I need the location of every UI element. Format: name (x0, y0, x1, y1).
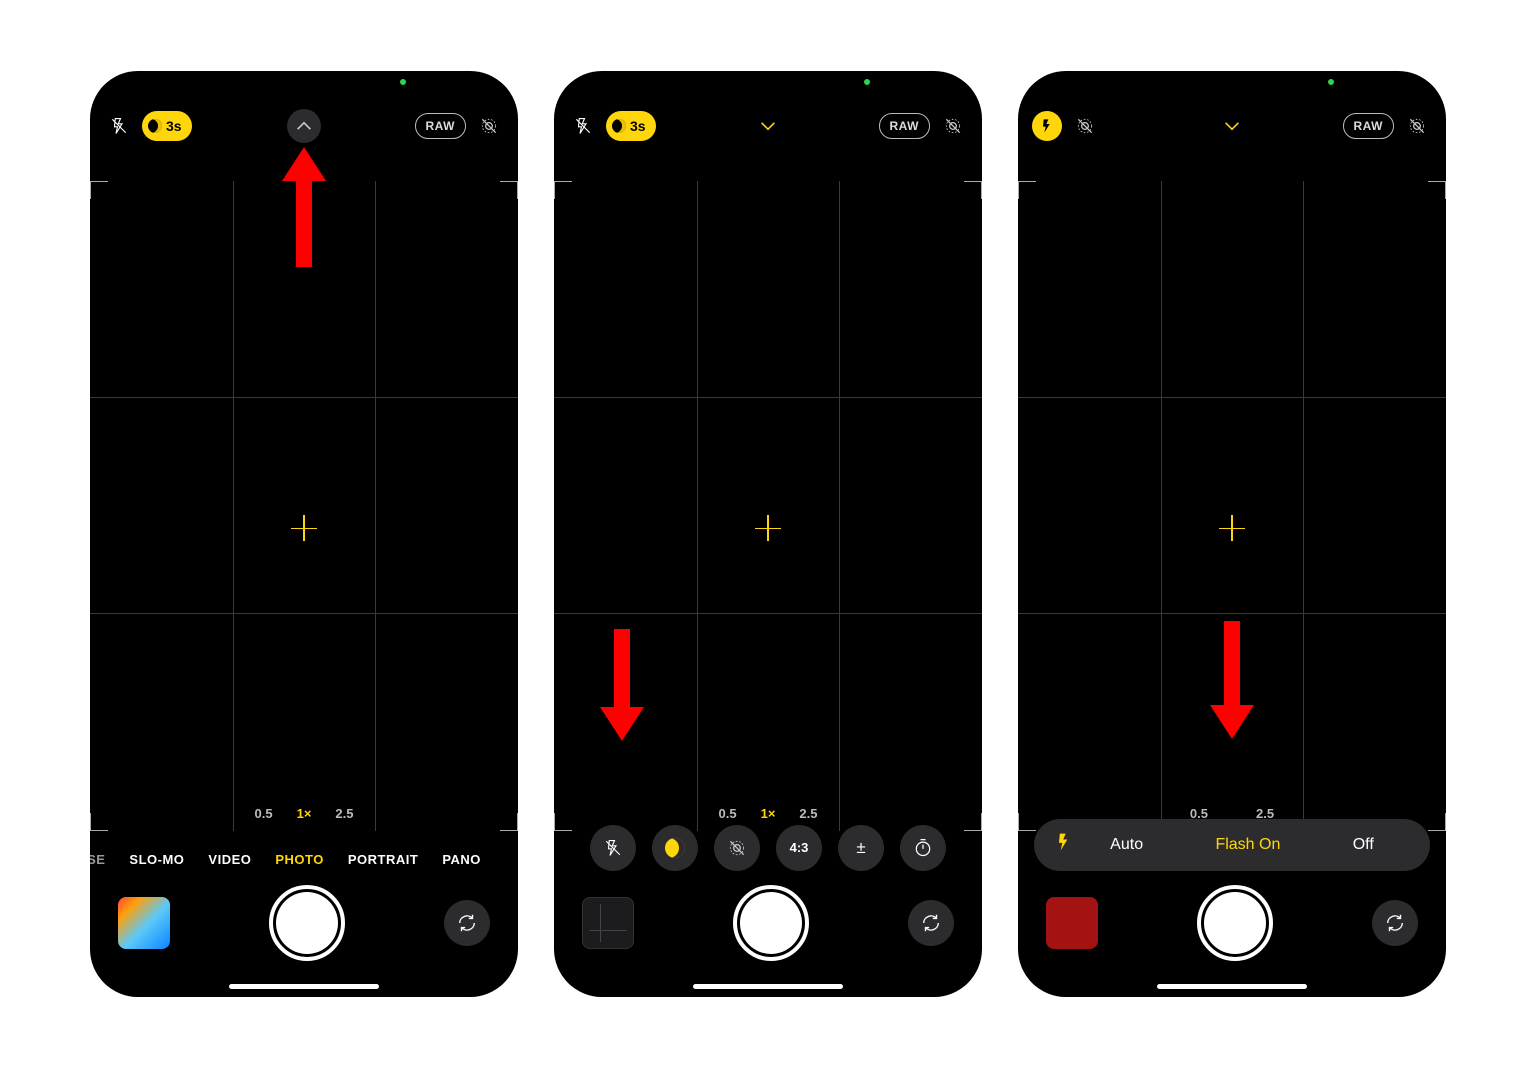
privacy-indicator-icon (864, 79, 870, 85)
camera-screen-1: 3s RAW (90, 71, 518, 997)
tray-live-photo-button[interactable] (714, 825, 760, 871)
live-photo-off-icon[interactable] (938, 111, 968, 141)
chevron-down-icon (1224, 121, 1240, 131)
camera-flip-button[interactable] (444, 900, 490, 946)
tray-flash-button[interactable] (590, 825, 636, 871)
mode-item[interactable]: SE (90, 852, 105, 867)
timer-icon (913, 838, 933, 858)
live-photo-off-icon[interactable] (1402, 111, 1432, 141)
flash-off-icon (604, 839, 622, 857)
camera-screen-2: 3s RAW (554, 71, 982, 997)
top-toolbar: 3s RAW (554, 91, 982, 161)
flash-option-on[interactable]: Flash On (1215, 836, 1280, 854)
zoom-main[interactable]: 1× (297, 806, 312, 821)
camera-flip-icon (1384, 912, 1406, 934)
shutter-button[interactable] (1197, 885, 1273, 961)
home-indicator[interactable] (229, 984, 379, 989)
mode-item[interactable]: SLO-MO (129, 852, 184, 867)
night-mode-timer: 3s (630, 118, 646, 134)
mode-selector[interactable]: SE SLO-MO VIDEO PHOTO PORTRAIT PANO (90, 852, 518, 867)
top-toolbar: 3s RAW (90, 91, 518, 161)
last-photo-thumbnail[interactable] (582, 897, 634, 949)
shutter-button[interactable] (269, 885, 345, 961)
home-indicator[interactable] (693, 984, 843, 989)
live-photo-off-icon (727, 838, 747, 858)
zoom-wide[interactable]: 0.5 (255, 806, 273, 821)
exposure-icon: ± (856, 838, 865, 858)
chevron-down-icon (760, 121, 776, 131)
camera-flip-button[interactable] (908, 900, 954, 946)
raw-button[interactable]: RAW (879, 113, 931, 139)
flash-option-off[interactable]: Off (1353, 836, 1374, 854)
live-photo-off-icon[interactable] (474, 111, 504, 141)
last-photo-thumbnail[interactable] (1046, 897, 1098, 949)
shutter-button[interactable] (733, 885, 809, 961)
camera-screen-3: RAW 0.5 2.5 (1018, 71, 1446, 997)
night-mode-timer: 3s (166, 118, 182, 134)
night-mode-badge[interactable]: 3s (606, 111, 656, 141)
tray-exposure-button[interactable]: ± (838, 825, 884, 871)
flash-on-icon (1054, 832, 1074, 857)
viewfinder[interactable]: 0.5 1× 2.5 SE SLO-MO VIDEO PHOTO PORTRAI… (90, 161, 518, 997)
zoom-tele[interactable]: 2.5 (799, 806, 817, 821)
mode-item[interactable]: PANO (442, 852, 481, 867)
privacy-indicator-icon (400, 79, 406, 85)
zoom-selector[interactable]: 0.5 1× 2.5 (719, 806, 818, 821)
flash-off-icon[interactable] (104, 111, 134, 141)
home-indicator[interactable] (1157, 984, 1307, 989)
viewfinder[interactable]: 0.5 2.5 Auto Flash On Off (1018, 161, 1446, 997)
zoom-wide[interactable]: 0.5 (719, 806, 737, 821)
last-photo-thumbnail[interactable] (118, 897, 170, 949)
camera-flip-icon (456, 912, 478, 934)
flash-option-auto[interactable]: Auto (1110, 836, 1143, 854)
tray-toggle-down[interactable] (1215, 109, 1249, 143)
viewfinder[interactable]: 0.5 1× 2.5 4:3 ± (554, 161, 982, 997)
mode-item[interactable]: PORTRAIT (348, 852, 418, 867)
raw-button[interactable]: RAW (415, 113, 467, 139)
zoom-selector[interactable]: 0.5 1× 2.5 (255, 806, 354, 821)
mode-item-active[interactable]: PHOTO (275, 852, 324, 867)
zoom-tele[interactable]: 2.5 (335, 806, 353, 821)
night-mode-icon (612, 119, 626, 133)
raw-button[interactable]: RAW (1343, 113, 1395, 139)
top-toolbar: RAW (1018, 91, 1446, 161)
zoom-main[interactable]: 1× (761, 806, 776, 821)
mode-item[interactable]: VIDEO (208, 852, 251, 867)
camera-flip-icon (920, 912, 942, 934)
night-mode-icon (665, 838, 685, 858)
control-tray: 4:3 ± (554, 825, 982, 871)
night-mode-icon (148, 119, 162, 133)
live-photo-off-icon[interactable] (1070, 111, 1100, 141)
tray-aspect-button[interactable]: 4:3 (776, 825, 822, 871)
tray-toggle-down[interactable] (751, 109, 785, 143)
tray-night-button[interactable] (652, 825, 698, 871)
tray-timer-button[interactable] (900, 825, 946, 871)
flash-off-icon[interactable] (568, 111, 598, 141)
night-mode-badge[interactable]: 3s (142, 111, 192, 141)
privacy-indicator-icon (1328, 79, 1334, 85)
tray-toggle-up[interactable] (287, 109, 321, 143)
aspect-ratio-label: 4:3 (790, 840, 809, 855)
camera-flip-button[interactable] (1372, 900, 1418, 946)
chevron-up-icon (296, 121, 312, 131)
flash-options-tray: Auto Flash On Off (1034, 819, 1430, 871)
flash-on-icon[interactable] (1032, 111, 1062, 141)
